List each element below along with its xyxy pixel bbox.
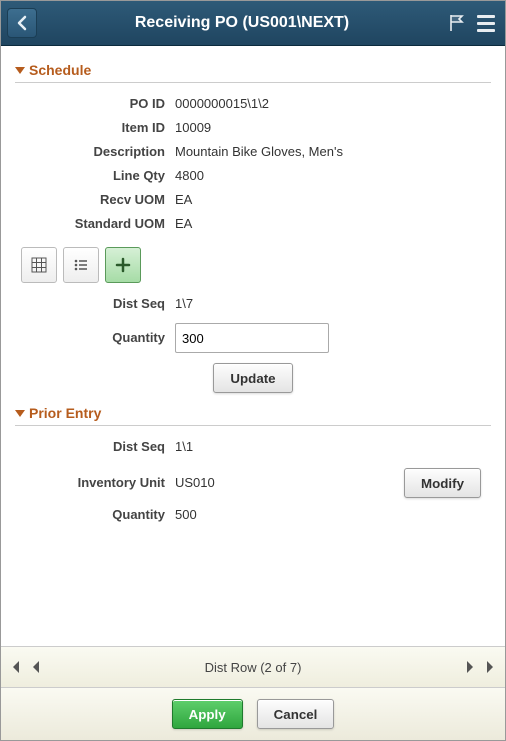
- value-line-qty: 4800: [175, 165, 204, 187]
- label-po-id: PO ID: [15, 93, 175, 115]
- view-toolbar: [21, 247, 491, 283]
- value-po-id: 0000000015\1\2: [175, 93, 269, 115]
- pager-last-icon[interactable]: [485, 660, 497, 674]
- value-dist-seq: 1\7: [175, 293, 193, 315]
- value-inventory-unit: US010: [175, 472, 215, 494]
- flag-icon[interactable]: [447, 13, 467, 33]
- prior-entry-section-header[interactable]: Prior Entry: [15, 405, 491, 421]
- back-button[interactable]: [7, 8, 37, 38]
- label-recv-uom: Recv UOM: [15, 189, 175, 211]
- schedule-section-header[interactable]: Schedule: [15, 62, 491, 78]
- prior-entry-section-label: Prior Entry: [29, 405, 101, 421]
- grid-view-button[interactable]: [21, 247, 57, 283]
- label-description: Description: [15, 141, 175, 163]
- footer-bar: Apply Cancel: [1, 687, 505, 740]
- label-dist-seq: Dist Seq: [15, 293, 175, 315]
- value-prior-quantity: 500: [175, 504, 197, 526]
- collapse-triangle-icon: [15, 410, 25, 417]
- page-title: Receiving PO (US001\NEXT): [37, 14, 447, 32]
- pager-next-icon[interactable]: [465, 660, 475, 674]
- list-icon: [73, 257, 89, 273]
- content-area: Schedule PO ID0000000015\1\2 Item ID1000…: [1, 46, 505, 646]
- menu-icon[interactable]: [477, 15, 495, 32]
- schedule-section-label: Schedule: [29, 62, 91, 78]
- label-standard-uom: Standard UOM: [15, 213, 175, 235]
- grid-icon: [31, 257, 47, 273]
- pager-label: Dist Row (2 of 7): [205, 660, 302, 675]
- add-row-button[interactable]: [105, 247, 141, 283]
- modify-button[interactable]: Modify: [404, 468, 481, 498]
- label-prior-dist-seq: Dist Seq: [15, 436, 175, 458]
- quantity-input[interactable]: [175, 323, 329, 353]
- collapse-triangle-icon: [15, 67, 25, 74]
- value-standard-uom: EA: [175, 213, 192, 235]
- label-quantity: Quantity: [15, 327, 175, 349]
- label-line-qty: Line Qty: [15, 165, 175, 187]
- value-prior-dist-seq: 1\1: [175, 436, 193, 458]
- plus-icon: [115, 257, 131, 273]
- divider: [15, 425, 491, 426]
- label-prior-quantity: Quantity: [15, 504, 175, 526]
- app-header: Receiving PO (US001\NEXT): [1, 1, 505, 46]
- value-item-id: 10009: [175, 117, 211, 139]
- pager-first-icon[interactable]: [9, 660, 21, 674]
- apply-button[interactable]: Apply: [172, 699, 243, 729]
- value-description: Mountain Bike Gloves, Men's: [175, 141, 343, 163]
- value-recv-uom: EA: [175, 189, 192, 211]
- label-inventory-unit: Inventory Unit: [15, 472, 175, 494]
- label-item-id: Item ID: [15, 117, 175, 139]
- divider: [15, 82, 491, 83]
- cancel-button[interactable]: Cancel: [257, 699, 335, 729]
- list-view-button[interactable]: [63, 247, 99, 283]
- pager-bar: Dist Row (2 of 7): [1, 646, 505, 687]
- chevron-left-icon: [16, 15, 28, 31]
- update-button[interactable]: Update: [213, 363, 292, 393]
- pager-prev-icon[interactable]: [31, 660, 41, 674]
